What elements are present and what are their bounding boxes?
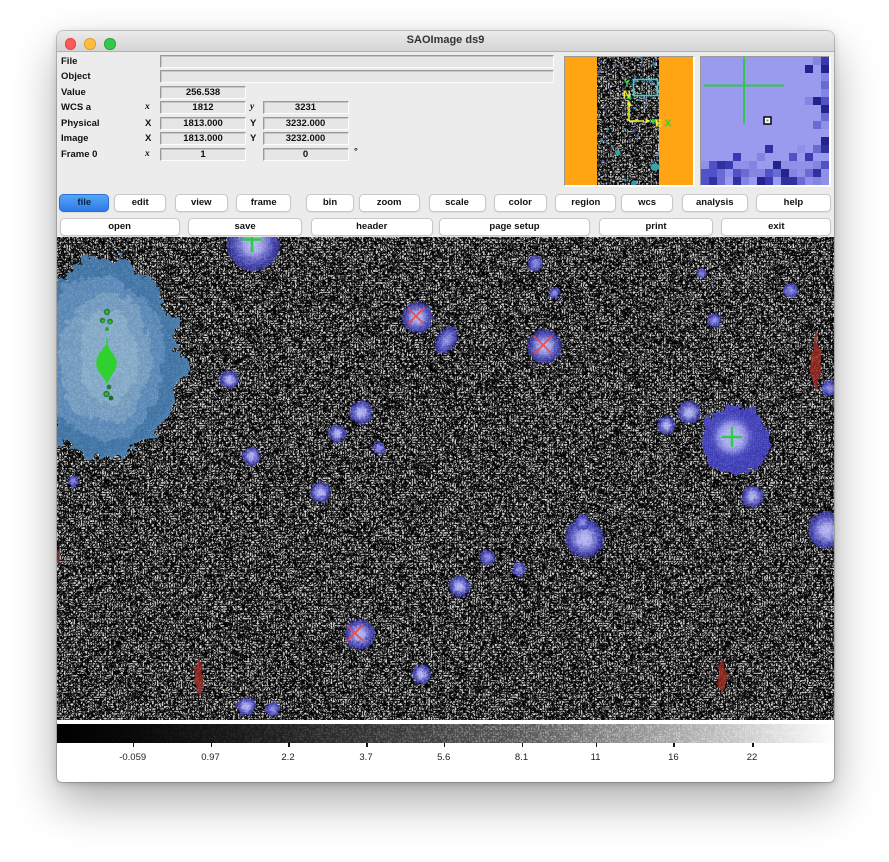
svg-text:X: X xyxy=(665,118,672,130)
svg-text:E: E xyxy=(655,118,662,130)
svg-text:N: N xyxy=(623,89,631,101)
